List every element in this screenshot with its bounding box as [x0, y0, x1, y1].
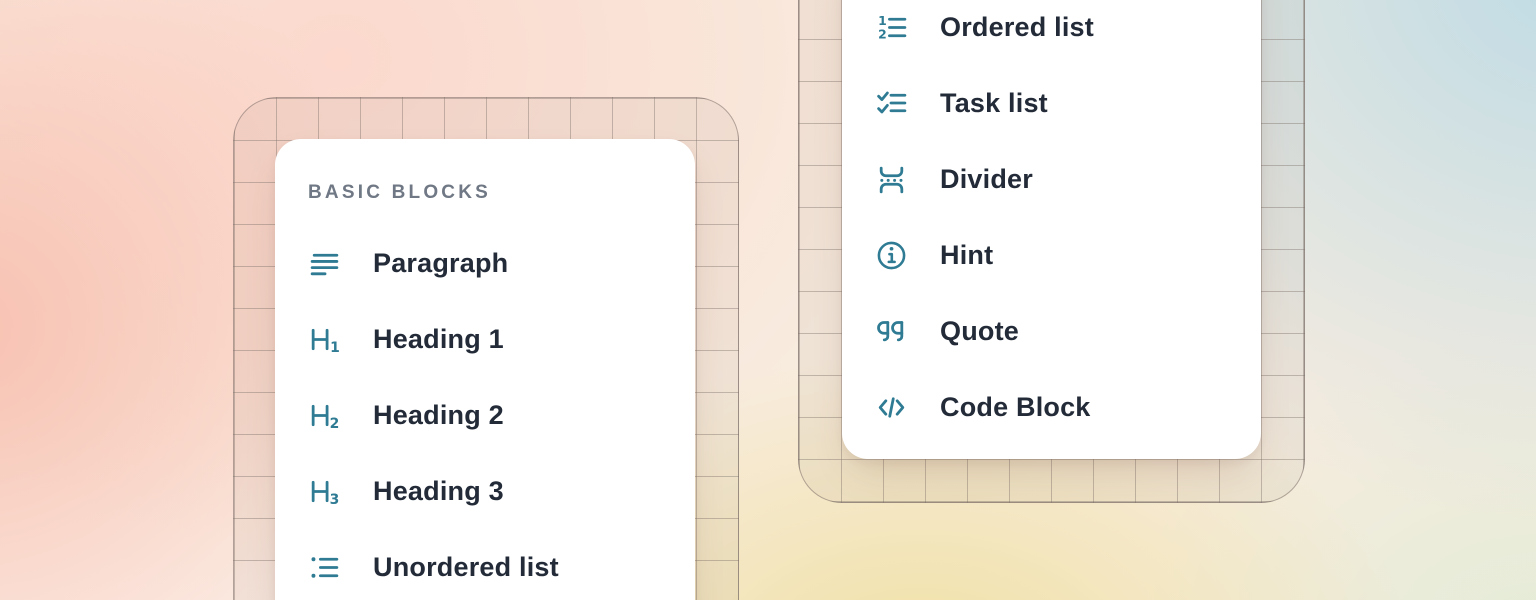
svg-text:2: 2	[329, 415, 339, 431]
menu-item-heading-2[interactable]: 2 Heading 2	[275, 377, 695, 453]
editor-block-menu-illustration: BASIC BLOCKS Paragraph 1	[0, 0, 1536, 600]
menu-item-unordered-list[interactable]: Unordered list	[275, 529, 695, 600]
menu-item-label: Unordered list	[373, 552, 559, 583]
more-blocks-menu-list: 1 2 Ordered list	[842, 0, 1261, 445]
menu-item-label: Code Block	[940, 392, 1091, 423]
divider-icon	[874, 162, 908, 196]
unordered-list-icon	[307, 550, 341, 584]
menu-item-heading-1[interactable]: 1 Heading 1	[275, 301, 695, 377]
ordered-list-icon: 1 2	[874, 10, 908, 44]
menu-item-label: Quote	[940, 316, 1019, 347]
menu-item-ordered-list[interactable]: 1 2 Ordered list	[842, 0, 1261, 65]
task-list-icon	[874, 86, 908, 120]
menu-item-divider[interactable]: Divider	[842, 141, 1261, 217]
menu-item-quote[interactable]: Quote	[842, 293, 1261, 369]
paragraph-icon	[307, 246, 341, 280]
menu-item-heading-3[interactable]: 3 Heading 3	[275, 453, 695, 529]
quote-icon	[874, 314, 908, 348]
menu-item-label: Divider	[940, 164, 1033, 195]
menu-item-task-list[interactable]: Task list	[842, 65, 1261, 141]
menu-item-label: Paragraph	[373, 248, 508, 279]
section-header-basic-blocks: BASIC BLOCKS	[308, 181, 695, 205]
heading-1-icon: 1	[307, 322, 341, 356]
svg-text:3: 3	[329, 491, 339, 507]
hint-icon	[874, 238, 908, 272]
basic-blocks-menu-panel: BASIC BLOCKS Paragraph 1	[275, 139, 695, 600]
menu-item-label: Heading 3	[373, 476, 504, 507]
svg-text:2: 2	[878, 27, 887, 41]
heading-3-icon: 3	[307, 474, 341, 508]
menu-item-hint[interactable]: Hint	[842, 217, 1261, 293]
menu-item-label: Heading 1	[373, 324, 504, 355]
heading-2-icon: 2	[307, 398, 341, 432]
menu-item-paragraph[interactable]: Paragraph	[275, 225, 695, 301]
svg-text:1: 1	[878, 13, 887, 27]
svg-text:1: 1	[330, 339, 340, 355]
menu-item-label: Ordered list	[940, 12, 1094, 43]
menu-item-code-block[interactable]: Code Block	[842, 369, 1261, 445]
menu-item-label: Heading 2	[373, 400, 504, 431]
gradient-background	[0, 0, 1536, 600]
menu-item-label: Hint	[940, 240, 993, 271]
basic-blocks-menu-list: Paragraph 1 Heading 1 2	[275, 225, 695, 600]
more-blocks-menu-panel: 1 2 Ordered list	[842, 0, 1261, 459]
menu-item-label: Task list	[940, 88, 1048, 119]
code-block-icon	[874, 390, 908, 424]
